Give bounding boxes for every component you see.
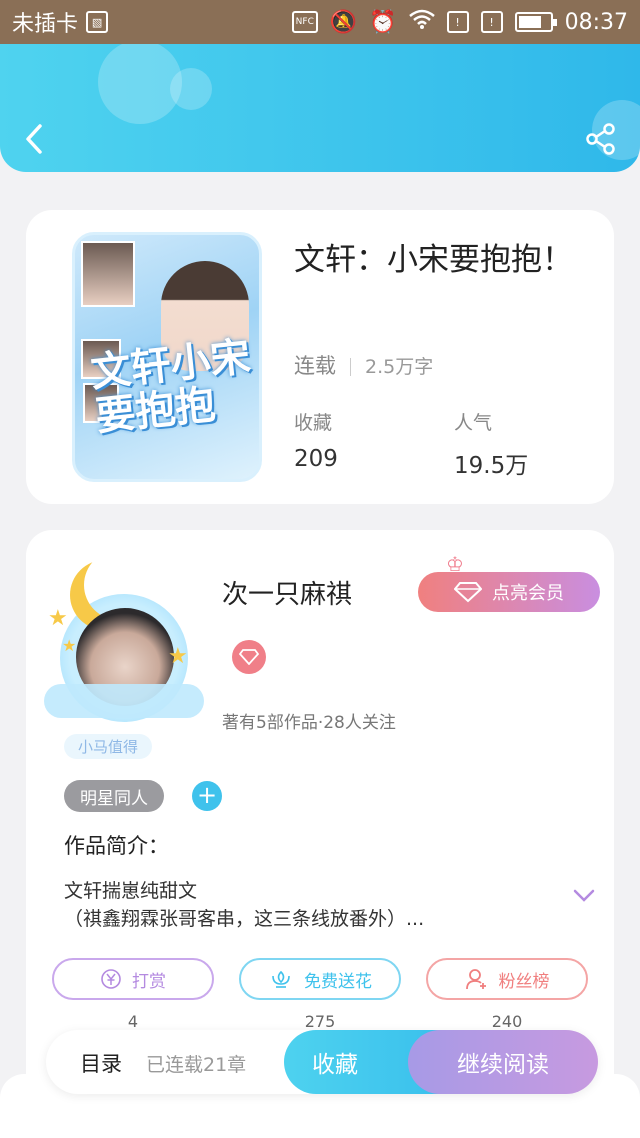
book-status-row: 连载 2.5万字: [294, 350, 433, 380]
user-icon: [465, 969, 486, 990]
diamond-icon: [454, 582, 482, 603]
carrier-label: 未插卡: [12, 12, 79, 37]
send-flower-label: 免费送花: [304, 971, 372, 992]
collect-stat-value: 209: [294, 446, 338, 472]
serial-status: 连载: [294, 354, 336, 378]
tip-count: 4: [127, 1012, 139, 1031]
nfc-icon: NFC: [291, 11, 318, 33]
cover-title-art: 文轩小宋要抱抱: [88, 333, 253, 441]
popularity-stat-label: 人气: [454, 412, 493, 434]
chapter-count: 已连载21章: [146, 1054, 247, 1076]
word-count: 2.5万字: [365, 356, 434, 378]
share-icon: [586, 123, 615, 155]
send-flower-button[interactable]: 免费送花: [239, 958, 401, 1000]
category-tag[interactable]: 明星同人: [64, 780, 164, 812]
honor-tag: 小马值得: [64, 734, 153, 759]
book-title: 文轩：小宋要抱抱！: [294, 242, 573, 278]
mute-icon: 🔕: [329, 9, 358, 35]
yen-icon: [101, 969, 121, 989]
fan-count: 240: [491, 1012, 523, 1031]
header-banner: [0, 44, 640, 172]
battery-icon: [514, 12, 557, 32]
cloud-decoration: [44, 684, 204, 718]
add-tag-button[interactable]: +: [192, 781, 222, 811]
flower-icon: [272, 970, 290, 988]
collect-stat-label: 收藏: [294, 412, 333, 434]
sim1-icon: !: [446, 11, 469, 33]
star-icon: ★: [48, 606, 68, 631]
author-avatar-frame[interactable]: ★ ★ ★ 小马值得: [32, 544, 204, 759]
back-button[interactable]: [18, 122, 52, 156]
book-info-card: 文轩小宋要抱抱 文轩：小宋要抱抱！ 连载 2.5万字 收藏 209 人气 19.5…: [26, 210, 614, 504]
chevron-left-icon: [26, 124, 42, 154]
star-icon: ★: [62, 636, 77, 655]
author-name[interactable]: 次一只麻祺: [222, 574, 352, 611]
star-icon: ★: [168, 644, 188, 669]
flower-count: 275: [304, 1012, 336, 1031]
divider: [350, 358, 351, 376]
vip-button[interactable]: 点亮会员: [418, 572, 600, 612]
continue-reading-button[interactable]: 继续阅读: [408, 1030, 598, 1094]
fan-ranking-button[interactable]: 粉丝榜: [426, 958, 588, 1000]
cover-photo: [81, 241, 135, 307]
bubble-decoration: [170, 68, 212, 110]
status-bar: 未插卡 ▧ NFC 🔕 ⏰ ! ! 08:37: [0, 0, 640, 44]
toc-button[interactable]: 目录: [80, 1048, 122, 1078]
vip-button-label: 点亮会员: [492, 583, 564, 604]
bottom-action-bar: 目录 已连载21章 收藏 继续阅读: [46, 1030, 598, 1094]
sim2-icon: !: [480, 11, 503, 33]
intro-text: 文轩揣崽纯甜文: [64, 880, 198, 902]
screenshot-icon: ▧: [86, 11, 109, 33]
clock-time: 08:37: [564, 9, 628, 35]
intro-text: （祺鑫翔霖张哥客串，这三条线放番外）...: [64, 908, 425, 930]
book-cover[interactable]: 文轩小宋要抱抱: [72, 232, 262, 482]
wifi-icon: [408, 9, 435, 35]
chevron-down-icon[interactable]: [572, 884, 596, 908]
tip-button[interactable]: 打赏: [52, 958, 214, 1000]
author-stats: 著有5部作品·28人关注: [222, 713, 396, 733]
popularity-stat-value: 19.5万: [454, 453, 529, 479]
share-button[interactable]: [584, 122, 618, 156]
intro-heading: 作品简介：: [64, 834, 169, 858]
vip-level-badge[interactable]: [232, 640, 266, 674]
fan-ranking-label: 粉丝榜: [498, 971, 550, 992]
diamond-icon: [239, 649, 259, 665]
alarm-icon: ⏰: [369, 9, 397, 35]
tip-button-label: 打赏: [132, 971, 166, 992]
